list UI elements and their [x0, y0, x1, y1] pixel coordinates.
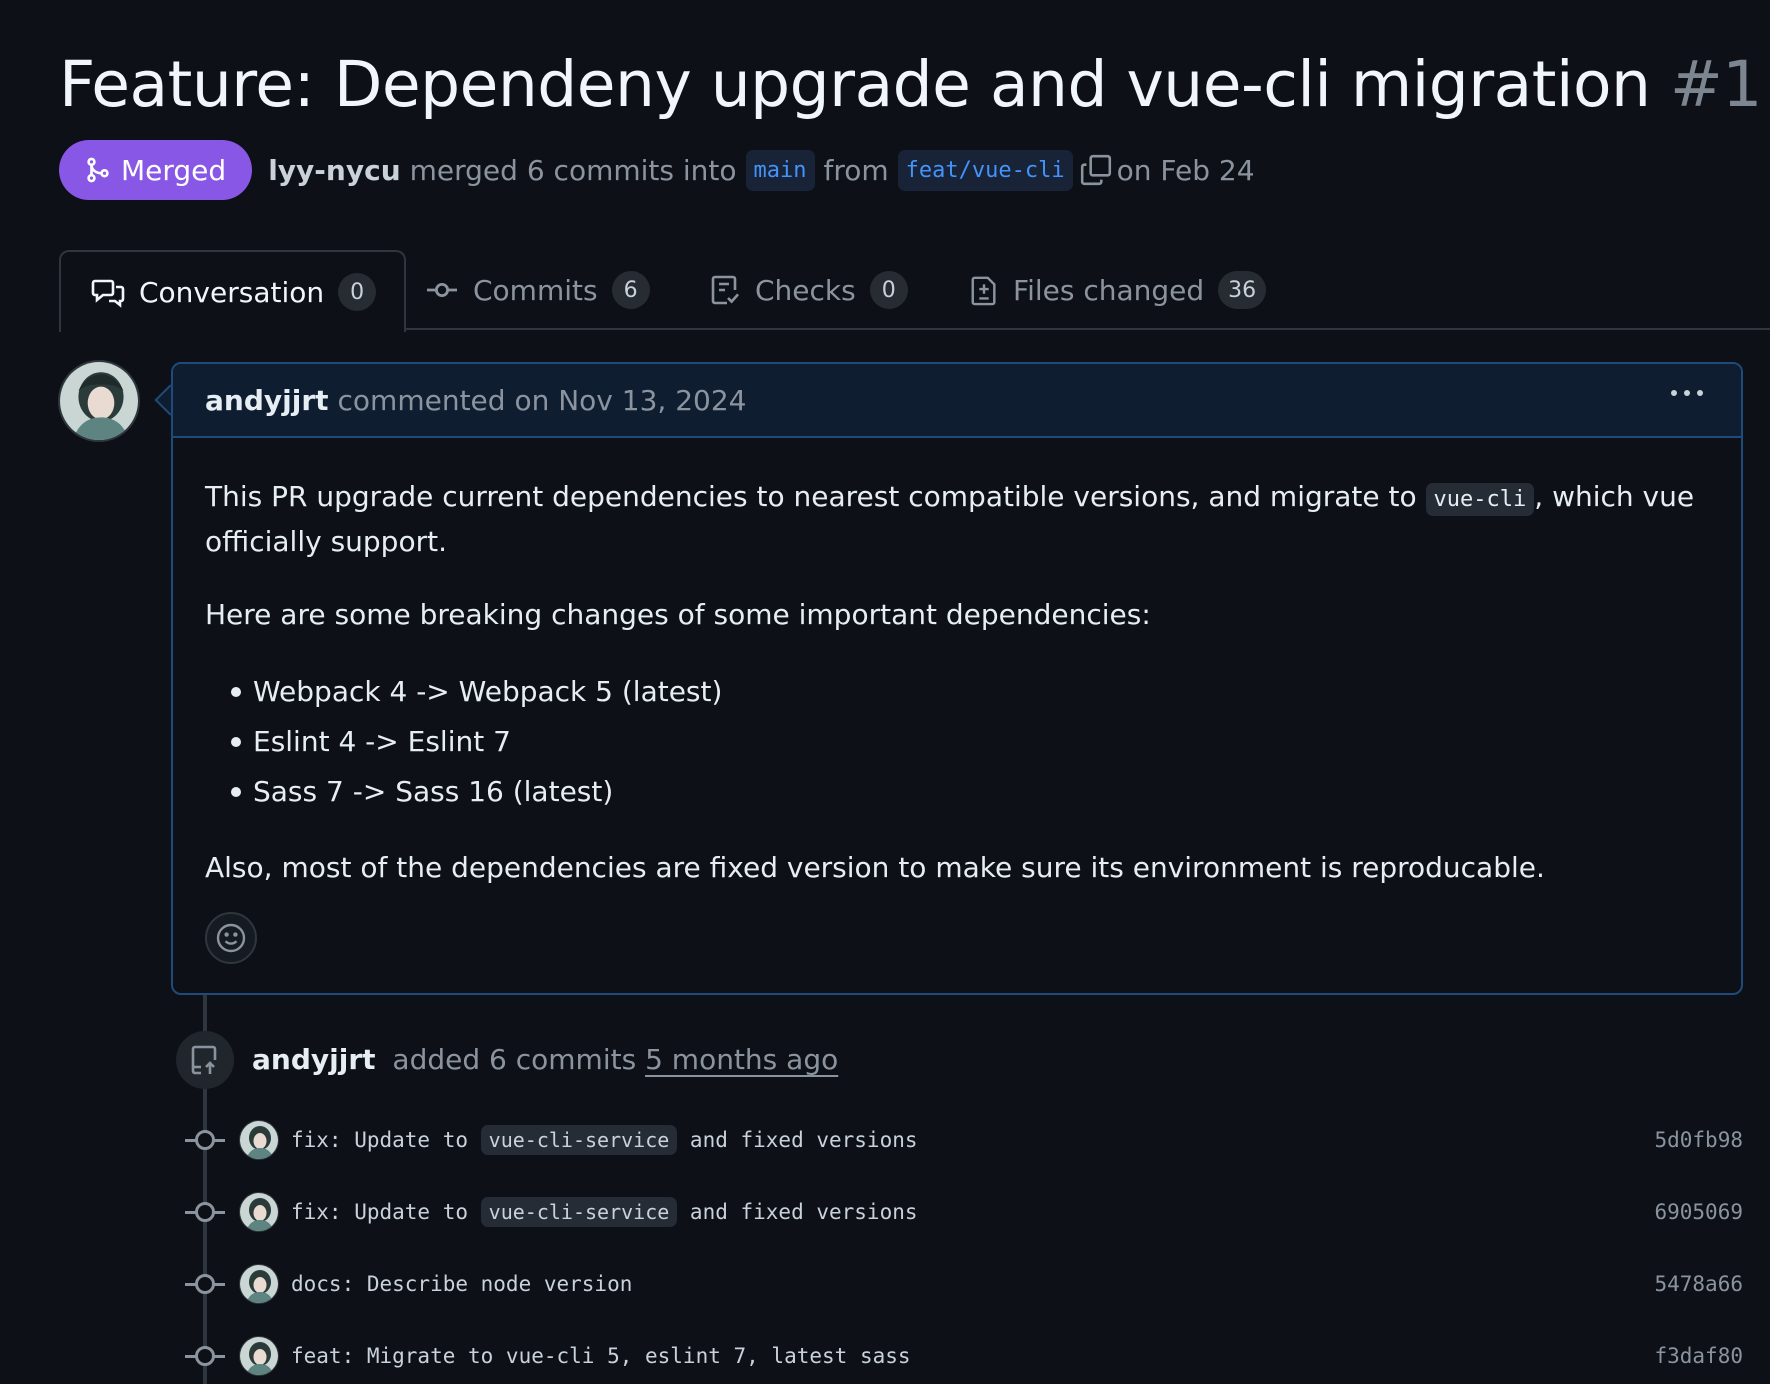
pr-title: Feature: Dependeny upgrade and vue-cli m… — [59, 48, 1762, 121]
tab-commits-label: Commits — [473, 273, 598, 307]
avatar[interactable] — [239, 1192, 279, 1232]
tab-conversation-label: Conversation — [139, 275, 325, 309]
git-commit-icon — [185, 1346, 225, 1366]
comment-body: This PR upgrade current dependencies to … — [173, 438, 1741, 889]
tab-files-count: 36 — [1218, 271, 1267, 309]
commit-text: feat: Migrate to vue-cli 5, eslint 7, la… — [291, 1344, 911, 1368]
commit-text: fix: Update to — [291, 1128, 481, 1152]
commit-sha[interactable]: 6905069 — [1654, 1200, 1743, 1224]
commit-message[interactable]: fix: Update to vue-cli-service and fixed… — [291, 1125, 1654, 1155]
tab-conversation[interactable]: Conversation 0 — [59, 250, 407, 332]
merger-link[interactable]: lyy-nycu — [268, 154, 400, 187]
copy-icon[interactable] — [1079, 153, 1113, 187]
inline-code: vue-cli — [1425, 483, 1535, 516]
pull-request-page: Feature: Dependeny upgrade and vue-cli m… — [0, 0, 1770, 1384]
event-author[interactable]: andyjjrt — [252, 1043, 376, 1076]
event-time[interactable]: 5 months ago — [645, 1043, 838, 1076]
commit-text: docs: Describe node version — [291, 1272, 633, 1296]
pr-meta: Merged lyy-nycu merged 6 commits into ma… — [59, 140, 1264, 200]
comment-text: This PR upgrade current dependencies to … — [205, 480, 1426, 513]
pr-description-comment: andyjjrt commented on Nov 13, 2024 This … — [171, 362, 1743, 995]
more-options-icon[interactable] — [1671, 390, 1703, 396]
merged-label: Merged — [121, 153, 227, 187]
breaking-changes-list: Webpack 4 -> Webpack 5 (latest) Eslint 4… — [205, 667, 1709, 817]
pr-tabs: Conversation 0 Commits 6 Checks 0 Files … — [59, 250, 1770, 332]
inline-code: vue-cli-service — [480, 1125, 678, 1155]
event-text: added 6 commits — [392, 1043, 637, 1076]
avatar[interactable] — [58, 360, 140, 442]
tab-checks[interactable]: Checks 0 — [709, 250, 908, 330]
list-item: Eslint 4 -> Eslint 7 — [205, 717, 1709, 767]
list-item: Sass 7 -> Sass 16 (latest) — [205, 767, 1709, 817]
commit-message[interactable]: fix: Update to vue-cli-service and fixed… — [291, 1197, 1654, 1227]
commit-row: fix: Update to vue-cli-service and fixed… — [185, 1188, 1743, 1236]
commit-sha[interactable]: 5478a66 — [1654, 1272, 1743, 1296]
add-reaction-button[interactable] — [205, 912, 257, 964]
comment-paragraph: This PR upgrade current dependencies to … — [205, 476, 1709, 563]
comment-meta[interactable]: commented on Nov 13, 2024 — [338, 384, 747, 417]
git-commit-icon — [185, 1130, 225, 1150]
commit-row: feat: Migrate to vue-cli 5, eslint 7, la… — [185, 1332, 1743, 1380]
from-text: from — [823, 153, 889, 187]
commit-text: fix: Update to — [291, 1200, 481, 1224]
tab-files-label: Files changed — [1013, 273, 1205, 307]
commit-sha[interactable]: 5d0fb98 — [1654, 1128, 1743, 1152]
comment-header: andyjjrt commented on Nov 13, 2024 — [173, 364, 1741, 438]
comment-author[interactable]: andyjjrt — [205, 384, 329, 417]
commit-text: and fixed versions — [677, 1200, 918, 1224]
pr-title-text: Feature: Dependeny upgrade and vue-cli m… — [59, 48, 1651, 121]
tab-commits[interactable]: Commits 6 — [425, 250, 650, 330]
head-branch[interactable]: feat/vue-cli — [897, 149, 1073, 191]
commit-row: fix: Update to vue-cli-service and fixed… — [185, 1116, 1743, 1164]
repo-push-icon — [176, 1031, 234, 1089]
comment-discussion-icon — [91, 279, 125, 308]
avatar[interactable] — [239, 1336, 279, 1376]
git-commit-icon — [427, 282, 457, 297]
git-commit-icon — [185, 1202, 225, 1222]
git-merge-icon — [87, 157, 109, 183]
tab-files-changed[interactable]: Files changed 36 — [969, 250, 1267, 330]
checklist-icon — [711, 275, 739, 305]
merge-date: on Feb 24 — [1116, 153, 1255, 187]
avatar[interactable] — [239, 1120, 279, 1160]
git-commit-icon — [185, 1274, 225, 1294]
tab-conversation-count: 0 — [338, 273, 377, 311]
tab-checks-count: 0 — [869, 271, 908, 309]
commit-text: and fixed versions — [677, 1128, 918, 1152]
base-branch[interactable]: main — [745, 149, 815, 191]
pr-number: #1 — [1669, 48, 1762, 121]
merged-text: merged 6 commits into — [409, 153, 737, 187]
comment-paragraph: Here are some breaking changes of some i… — [205, 598, 1151, 631]
tab-checks-label: Checks — [755, 273, 856, 307]
commits-added-event: andyjjrt added 6 commits 5 months ago — [252, 1040, 838, 1080]
smiley-icon — [216, 923, 246, 953]
commit-row: docs: Describe node version 5478a66 — [185, 1260, 1743, 1308]
tab-commits-count: 6 — [611, 271, 650, 309]
file-diff-icon — [971, 276, 996, 306]
comment-paragraph: Also, most of the dependencies are fixed… — [205, 851, 1545, 884]
merged-badge: Merged — [59, 140, 253, 200]
commit-sha[interactable]: f3daf80 — [1654, 1344, 1743, 1368]
inline-code: vue-cli-service — [480, 1197, 678, 1227]
commit-message[interactable]: feat: Migrate to vue-cli 5, eslint 7, la… — [291, 1344, 1654, 1368]
avatar[interactable] — [239, 1264, 279, 1304]
commit-message[interactable]: docs: Describe node version — [291, 1272, 1654, 1296]
list-item: Webpack 4 -> Webpack 5 (latest) — [205, 667, 1709, 717]
